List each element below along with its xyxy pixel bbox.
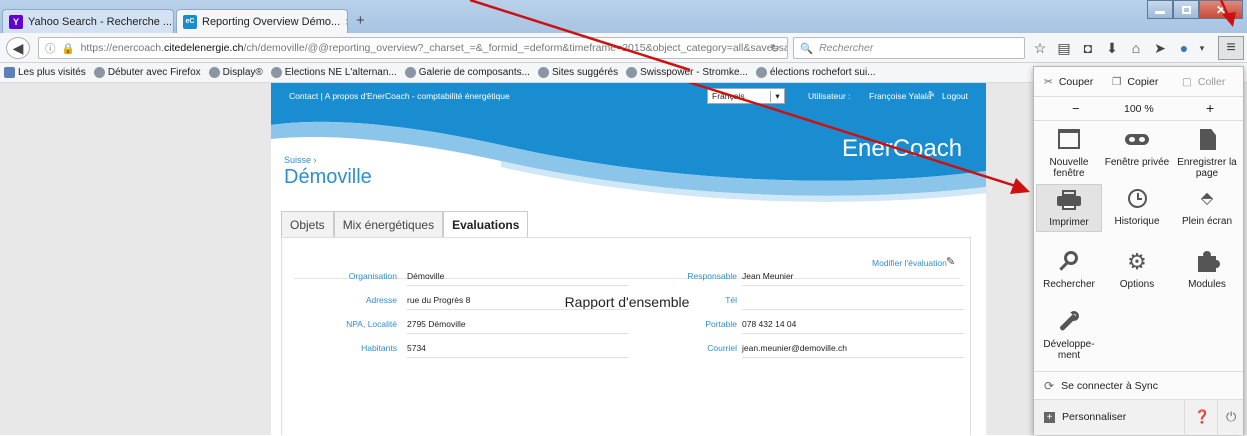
fullscreen-button[interactable]: ⬘ Plein écran	[1174, 188, 1240, 227]
magnifier-icon	[1054, 251, 1084, 273]
globe-icon	[755, 67, 767, 78]
url-text: https://enercoach.citedelenergie.ch/ch/d…	[80, 42, 788, 54]
power-icon[interactable]: ⏻	[1226, 409, 1236, 425]
customize-icon: +	[1044, 411, 1055, 423]
search-icon: 🔍	[800, 42, 814, 55]
globe-icon	[626, 67, 638, 78]
info-icon[interactable]: ⓘ	[45, 41, 56, 56]
back-arrow-icon: ◀	[12, 39, 24, 56]
wrench-icon	[1054, 311, 1084, 333]
help-icon[interactable]: ❓	[1194, 409, 1210, 425]
globe-icon	[270, 67, 282, 78]
tab-bar: Y Yahoo Search - Recherche ... × eC Repo…	[0, 0, 1247, 33]
fullscreen-icon: ⬘	[1200, 190, 1214, 207]
scissors-icon: ✂	[1044, 76, 1053, 88]
copy-button[interactable]: ❐ Copier	[1112, 76, 1158, 88]
printer-icon	[1054, 189, 1084, 211]
find-button[interactable]: Rechercher	[1036, 251, 1102, 290]
tab-title: Yahoo Search - Recherche ...	[28, 15, 173, 28]
options-button[interactable]: ⚙ Options	[1104, 249, 1170, 291]
bookmarks-menu-icon[interactable]: ▤	[1054, 38, 1074, 58]
globe-icon	[537, 67, 549, 78]
bookmark-item[interactable]: Elections NE L'alternan...	[270, 67, 397, 78]
close-icon: ✕	[1215, 2, 1227, 17]
page-icon	[1192, 129, 1222, 151]
bookmark-item[interactable]: Débuter avec Firefox	[93, 67, 201, 78]
bookmark-star-icon[interactable]: ☆	[1030, 38, 1050, 58]
bookmark-item[interactable]: Swisspower - Stromke...	[626, 67, 748, 78]
copy-icon: ❐	[1112, 76, 1122, 88]
maximize-icon	[1181, 5, 1191, 14]
send-icon[interactable]: ➤	[1150, 38, 1170, 58]
paste-icon: ▢	[1182, 76, 1192, 88]
download-icon[interactable]: ⬇	[1102, 38, 1122, 58]
divider	[1184, 400, 1185, 436]
bookmark-item[interactable]: élections rochefort sui...	[755, 67, 876, 78]
globe-icon	[404, 67, 416, 78]
bookmark-item[interactable]: Les plus visités	[4, 67, 86, 78]
hamburger-icon: ≡	[1226, 39, 1236, 56]
close-icon[interactable]: ×	[345, 15, 347, 29]
search-input[interactable]: 🔍 Rechercher	[793, 37, 1025, 59]
home-icon[interactable]: ⌂	[1126, 38, 1146, 58]
enercoach-favicon-icon: eC	[183, 14, 197, 29]
hamburger-menu-button[interactable]: ≡	[1218, 36, 1244, 60]
print-button[interactable]: Imprimer	[1036, 184, 1102, 232]
customize-button[interactable]: + Personnaliser	[1044, 411, 1126, 423]
minimize-icon	[1155, 11, 1165, 14]
clock-icon	[1122, 188, 1152, 210]
most-visited-icon	[4, 67, 15, 78]
search-placeholder: Rechercher	[819, 42, 874, 54]
mask-icon	[1122, 129, 1152, 151]
zoom-row: − 100 % +	[1034, 97, 1243, 121]
url-bar[interactable]: ⓘ 🔒 https://enercoach.citedelenergie.ch/…	[38, 37, 788, 59]
chevron-down-icon[interactable]: ▾	[1195, 38, 1209, 58]
firefox-menu-panel: ✂ Couper ❐ Copier ▢ Coller − 100 % + Nouvel…	[1033, 66, 1244, 436]
new-window-button[interactable]: Nouvelle fenêtre	[1036, 129, 1102, 179]
edit-row: ✂ Couper ❐ Copier ▢ Coller	[1034, 67, 1243, 97]
maximize-button[interactable]	[1173, 0, 1199, 19]
window-icon	[1054, 129, 1084, 151]
new-tab-button[interactable]: +	[356, 12, 365, 29]
history-button[interactable]: Historique	[1104, 188, 1170, 227]
zoom-in-button[interactable]: +	[1206, 100, 1214, 116]
divider	[1217, 400, 1218, 436]
private-window-button[interactable]: Fenêtre privée	[1104, 129, 1170, 168]
zoom-level[interactable]: 100 %	[1124, 103, 1154, 115]
puzzle-icon	[1192, 251, 1222, 273]
reload-icon[interactable]: ↻	[768, 41, 782, 55]
addons-button[interactable]: Modules	[1174, 251, 1240, 290]
gear-icon: ⚙	[1127, 249, 1147, 274]
globe-icon	[208, 67, 220, 78]
bookmark-item[interactable]: Galerie de composants...	[404, 67, 530, 78]
globe-icon	[93, 67, 105, 78]
yahoo-favicon-icon: Y	[9, 14, 23, 29]
tab-title: Reporting Overview Démo...	[202, 15, 341, 28]
extension-icon[interactable]: ●	[1174, 38, 1194, 58]
developer-button[interactable]: Développe-ment	[1036, 311, 1102, 361]
tab-reporting[interactable]: eC Reporting Overview Démo... ×	[176, 9, 348, 33]
save-page-button[interactable]: Enregistrer la page	[1174, 129, 1240, 179]
lock-icon: 🔒	[61, 42, 75, 55]
bookmark-item[interactable]: Display®	[208, 67, 263, 78]
paste-button[interactable]: ▢ Coller	[1182, 76, 1225, 88]
sync-button[interactable]: ⟳ Se connecter à Sync	[1034, 371, 1243, 399]
sync-icon: ⟳	[1044, 378, 1055, 393]
pocket-icon[interactable]: ◘	[1078, 38, 1098, 58]
menu-footer: + Personnaliser ❓ ⏻	[1034, 399, 1243, 436]
cut-button[interactable]: ✂ Couper	[1044, 76, 1093, 88]
back-button[interactable]: ◀	[6, 37, 30, 59]
minimize-button[interactable]	[1147, 0, 1173, 19]
tab-yahoo[interactable]: Y Yahoo Search - Recherche ... ×	[2, 9, 174, 33]
zoom-out-button[interactable]: −	[1072, 101, 1080, 116]
navigation-bar: ◀ ⓘ 🔒 https://enercoach.citedelenergie.c…	[0, 33, 1247, 63]
close-window-button[interactable]: ✕	[1199, 0, 1243, 19]
bookmark-item[interactable]: Sites suggérés	[537, 67, 618, 78]
